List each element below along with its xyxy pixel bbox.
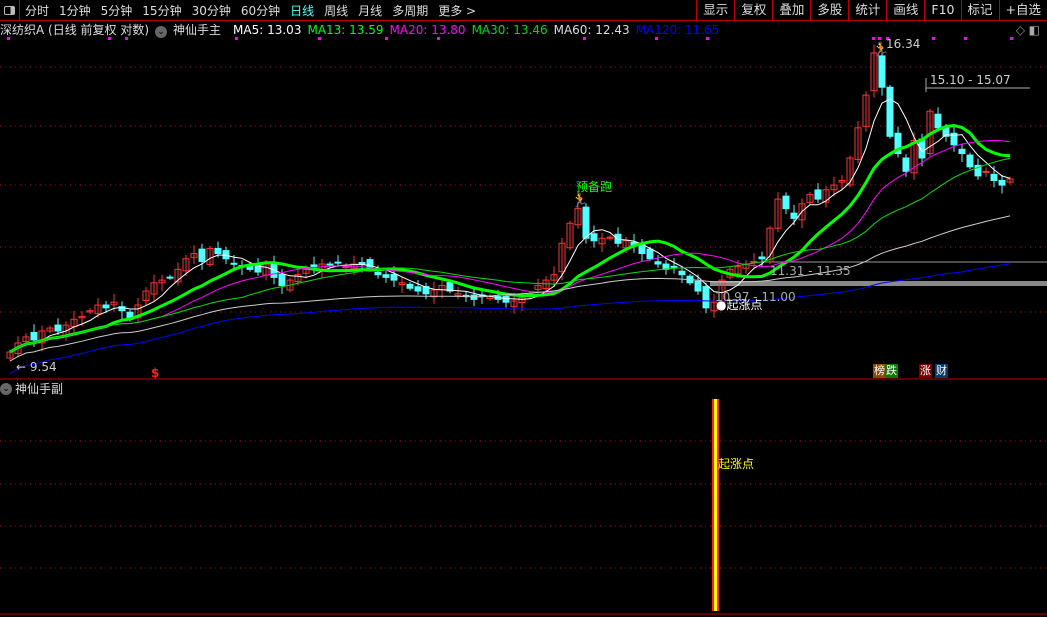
ready-run-label: 预备跑 [576, 180, 613, 194]
low-price-label: ← 9.54 [16, 360, 57, 374]
indicator-select[interactable]: ⌄ 神仙手主 [155, 21, 227, 38]
tag-cai[interactable]: 财 [935, 364, 948, 378]
candle-down [310, 264, 318, 268]
kline-chart[interactable]: 🏃🏃 [0, 0, 1047, 617]
sub-indicator-header[interactable]: ⌄ 神仙手副 [0, 380, 63, 397]
tag-die[interactable]: 跌 [885, 364, 898, 378]
candle-down [758, 256, 766, 260]
range-label-1: 15.10 - 15.07 [930, 73, 1011, 87]
signal-bar-core [714, 399, 717, 611]
candle-down [702, 286, 710, 309]
sub-signal-label: 起涨点 [718, 457, 755, 471]
candle-down [886, 86, 894, 137]
candle-down [278, 273, 286, 287]
ma20-line [9, 139, 1011, 353]
candle-down [382, 274, 390, 278]
period-tabs: 分时 1分钟 5分钟 15分钟 30分钟 60分钟 日线 周线 月线 多周期 更多 > [20, 2, 481, 19]
chevron-down-icon: ⌄ [0, 382, 12, 395]
candle-down [694, 280, 702, 292]
candle-down [30, 331, 38, 341]
period-tab[interactable]: 更多 > [433, 2, 481, 19]
indicator-name: 神仙手主 [173, 23, 222, 37]
period-tab[interactable]: 60分钟 [236, 2, 285, 19]
ma13-value: MA13: 13.59 [307, 22, 384, 37]
candle-down [902, 157, 910, 172]
ma120-value: MA120: 11.65 [635, 22, 720, 37]
range-label-2: 11.31 - 11.35 [770, 264, 851, 278]
low-price-value: 9.54 [29, 360, 57, 374]
toolbar-button[interactable]: +自选 [998, 0, 1047, 20]
candle-down [214, 247, 222, 255]
candle-down [166, 276, 174, 279]
toolbar-buttons: 显示 复权 叠加 多股 统计 画线 F10 标记 +自选 [696, 0, 1047, 20]
diamond-icon[interactable]: ◇ [1016, 23, 1025, 37]
toolbar-button[interactable]: 叠加 [772, 0, 810, 20]
candle-down [358, 262, 366, 265]
candle-down [502, 295, 510, 303]
candle-down [230, 262, 238, 265]
panel-toggle-icon[interactable] [0, 0, 20, 20]
ma5-line [9, 98, 1011, 353]
candle-down [654, 261, 662, 265]
candle-down [614, 233, 622, 244]
period-tab[interactable]: 1分钟 [54, 2, 96, 19]
period-tab[interactable]: 5分钟 [96, 2, 138, 19]
candle-down [406, 283, 414, 289]
candle-down [790, 212, 798, 219]
ma30-line [9, 158, 1011, 353]
toolbar-button[interactable]: 复权 [734, 0, 772, 20]
period-tab[interactable]: 周线 [319, 2, 353, 19]
candle-down [670, 265, 678, 268]
high-price-label: 16.34 [886, 37, 921, 51]
sub-indicator-name: 神仙手副 [15, 382, 64, 396]
panel-icon[interactable]: ◧ [1029, 23, 1040, 37]
candle-down [878, 55, 886, 88]
candle-down [374, 271, 382, 276]
period-tab[interactable]: 15分钟 [137, 2, 186, 19]
ma5-value: MA5: 13.03 [233, 22, 302, 37]
toolbar-button[interactable]: 多股 [810, 0, 848, 20]
period-tab[interactable]: 日线 [285, 2, 319, 19]
chevron-down-icon: ⌄ [155, 26, 168, 38]
period-tab[interactable]: 分时 [20, 2, 54, 19]
rise-start-label: ●起涨点 [716, 298, 763, 312]
candle-down [590, 233, 598, 242]
toolbar: 分时 1分钟 5分钟 15分钟 30分钟 60分钟 日线 周线 月线 多周期 更多 > 显示 复权 叠加… [0, 0, 1047, 21]
period-tab[interactable]: 多周期 [387, 2, 433, 19]
candle-down [966, 154, 974, 168]
toolbar-button[interactable]: 画线 [886, 0, 924, 20]
period-tab[interactable]: 30分钟 [187, 2, 236, 19]
candle-down [102, 304, 110, 309]
candle-down [414, 286, 422, 292]
toolbar-button[interactable]: 统计 [848, 0, 886, 20]
toolbar-button[interactable]: F10 [924, 0, 960, 20]
candle-down [334, 261, 342, 264]
candle-down [958, 148, 966, 155]
candle-down [934, 113, 942, 129]
toolbar-button[interactable]: 标记 [960, 0, 999, 20]
candle-down [646, 248, 654, 260]
ma30-value: MA30: 13.46 [471, 22, 548, 37]
candle-down [990, 173, 998, 181]
candle-down [782, 195, 790, 210]
ma20-value: MA20: 13.80 [389, 22, 466, 37]
ma60-value: MA60: 12.43 [553, 22, 630, 37]
candle-up [982, 170, 990, 173]
period-tab[interactable]: 月线 [353, 2, 387, 19]
candle-down [390, 273, 398, 281]
candle-down [678, 270, 686, 276]
toolbar-button[interactable]: 显示 [696, 0, 734, 20]
tag-zhang[interactable]: 涨 [919, 364, 932, 378]
candle-down [54, 324, 62, 332]
candle-down [326, 263, 334, 266]
candle-up [342, 266, 350, 269]
candle-down [582, 206, 590, 239]
indicator-info-bar: 深纺织A (日线 前复权 对数) ⌄ 神仙手主 MA5: 13.03 MA13: … [0, 21, 1047, 38]
candle-down [198, 248, 206, 262]
candle-down [998, 179, 1006, 186]
stock-title: 深纺织A (日线 前复权 对数) [0, 23, 150, 37]
candle-down [814, 189, 822, 200]
dollar-marker: $ [151, 366, 160, 380]
